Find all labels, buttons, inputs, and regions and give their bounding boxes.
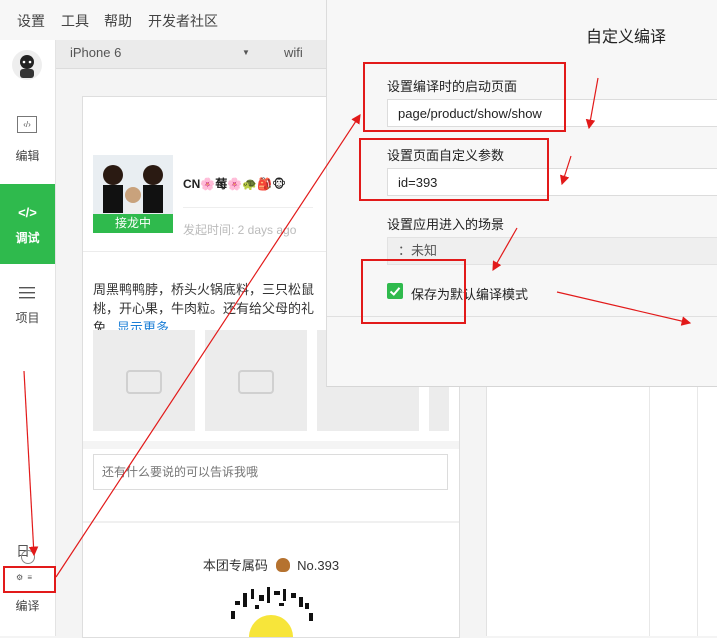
- menu-developer-community[interactable]: 开发者社区: [148, 11, 218, 31]
- scene-label: 设置应用进入的场景: [387, 217, 505, 232]
- divider: [327, 316, 717, 317]
- menu-settings[interactable]: 设置: [17, 11, 45, 31]
- divider: [183, 207, 313, 208]
- code-file-icon: ‹/›: [17, 116, 37, 133]
- sidebar-item-edit[interactable]: ‹/› 编辑: [0, 103, 55, 183]
- sidebar-item-debug[interactable]: </> 调试: [0, 184, 55, 264]
- photo-placeholder[interactable]: [205, 330, 307, 431]
- startup-page-input[interactable]: [387, 99, 717, 127]
- sidebar-item-label: 调试: [15, 231, 40, 245]
- dialog-title: 自定义编译: [586, 29, 667, 46]
- menu-icon: [19, 287, 35, 299]
- custom-compile-dialog: 自定义编译 设置编译时的启动页面 设置页面自定义参数 设置应用进入的场景 ：未知…: [326, 0, 717, 387]
- compile-button[interactable]: ⚙ ≡ 编译: [0, 563, 55, 618]
- code-icon: </>: [18, 205, 37, 220]
- group-code-number: No.393: [297, 558, 340, 573]
- camera-icon: [238, 370, 274, 394]
- comment-input[interactable]: [93, 454, 448, 490]
- sidebar-item-project[interactable]: 项目: [0, 265, 55, 345]
- sidebar: ‹/› 编辑 </> 调试 项目 日 ⚙ ≡ 编译: [0, 40, 56, 636]
- chevron-down-icon: ▼: [242, 48, 250, 57]
- photo-placeholder[interactable]: [93, 330, 195, 431]
- camera-icon: [126, 370, 162, 394]
- section-divider: [83, 441, 459, 449]
- scene-select[interactable]: ：未知: [387, 237, 717, 265]
- default-mode-label: 保存为默认编译模式: [411, 287, 529, 302]
- avatar[interactable]: [12, 50, 42, 80]
- sidebar-item-label: 编辑: [15, 149, 40, 163]
- compile-icon: ⚙ ≡: [16, 573, 34, 582]
- divider: [83, 521, 459, 523]
- menu-help[interactable]: 帮助: [104, 11, 132, 31]
- refresh-icon[interactable]: [21, 550, 35, 564]
- default-mode-checkbox[interactable]: [387, 283, 403, 299]
- checkmark-icon: [389, 287, 401, 296]
- qr-code: [211, 587, 331, 637]
- post-username: CN🌸莓🌸🐢🎒🐵: [183, 177, 286, 191]
- group-code-label: 本团专属码: [202, 558, 268, 573]
- page-params-label: 设置页面自定义参数: [387, 148, 505, 163]
- group-code: 本团专属码 No.393: [83, 555, 459, 574]
- divider: [649, 386, 650, 636]
- menu-tools[interactable]: 工具: [61, 11, 89, 31]
- network-select[interactable]: wifi: [284, 45, 303, 60]
- simulator-toolbar: iPhone 6 ▼ wifi: [56, 40, 326, 69]
- startup-page-label: 设置编译时的启动页面: [387, 79, 518, 94]
- device-select[interactable]: iPhone 6: [70, 45, 121, 60]
- page-params-input[interactable]: [387, 168, 717, 196]
- sidebar-item-label: 编译: [15, 599, 40, 613]
- post-body: 周黑鸭鸭脖，桥头火锅底料，三只松鼠 桃，开心果，牛肉粒。还有给父母的礼 免...…: [93, 261, 333, 337]
- post-time: 发起时间: 2 days ago: [183, 223, 297, 237]
- divider: [697, 386, 698, 636]
- debug-panel: [486, 386, 717, 636]
- dog-icon: [275, 558, 290, 572]
- post-photo: 接龙中: [93, 155, 173, 233]
- sidebar-item-label: 项目: [15, 311, 40, 325]
- status-badge: 接龙中: [93, 214, 173, 233]
